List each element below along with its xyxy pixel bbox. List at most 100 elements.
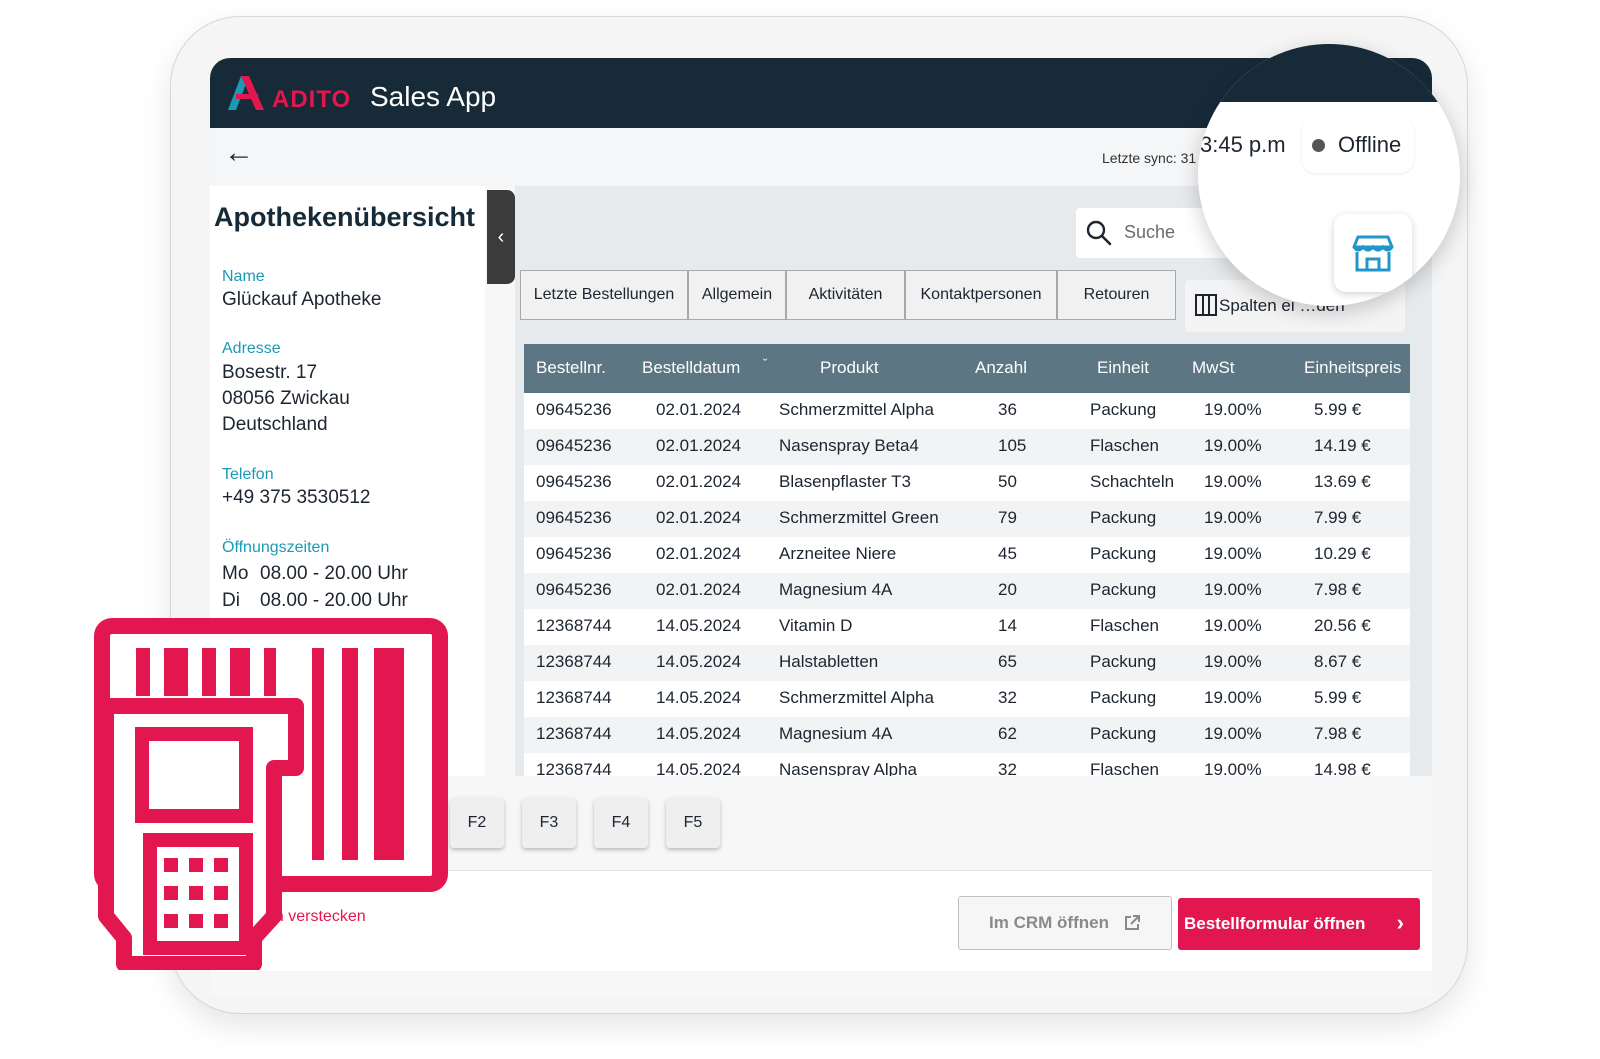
cell-anzahl: 32 xyxy=(998,688,1017,707)
cell-bestelldatum: 14.05.2024 xyxy=(656,760,742,776)
collapse-panel-button[interactable]: ‹ xyxy=(487,190,515,284)
col-mwst[interactable]: MwSt xyxy=(1192,358,1235,378)
cell-bestelldatum: 14.05.2024 xyxy=(656,688,742,707)
table-row[interactable]: 09645236 02.01.2024 Schmerzmittel Green 79 P… xyxy=(524,501,1410,537)
cell-einheit: Packung xyxy=(1090,544,1157,563)
status-magnifier: 3:45 p.m Offline xyxy=(1198,44,1460,306)
cell-einheit: Packung xyxy=(1090,508,1157,527)
cell-mwst: 19.00% xyxy=(1204,400,1262,419)
table-row[interactable]: 09645236 02.01.2024 Magnesium 4A 20 Packung 1… xyxy=(524,573,1410,609)
cell-produkt: Magnesium 4A xyxy=(779,580,893,599)
f4-key[interactable]: F4 xyxy=(594,798,648,848)
cell-einheitspreis: 7.98 € xyxy=(1314,724,1362,743)
open-order-form-button[interactable]: Bestellformular öffnen › xyxy=(1178,898,1420,950)
table-row[interactable]: 12368744 14.05.2024 Magnesium 4A 62 Packung 1… xyxy=(524,717,1410,753)
table-row[interactable]: 09645236 02.01.2024 Arzneitee Niere 45 Packu… xyxy=(524,537,1410,573)
cell-einheitspreis: 14.19 € xyxy=(1314,436,1371,455)
cell-bestellnr: 09645236 xyxy=(536,472,612,491)
f2-key[interactable]: F2 xyxy=(450,798,504,848)
table-row[interactable]: 12368744 14.05.2024 Halstabletten 65 Packung… xyxy=(524,645,1410,681)
function-keys: F2 F3 F4 F5 xyxy=(450,798,720,848)
table-row[interactable]: 12368744 14.05.2024 Nasenspray Alpha 32 Flas… xyxy=(524,753,1410,776)
col-anzahl[interactable]: Anzahl xyxy=(975,358,1027,378)
sync-status: Letzte sync: 31 xyxy=(1102,150,1197,166)
col-einheitspreis[interactable]: Einheitspreis xyxy=(1304,358,1401,378)
cell-produkt: Vitamin D xyxy=(779,616,853,635)
cell-mwst: 19.00% xyxy=(1204,436,1262,455)
cell-mwst: 19.00% xyxy=(1204,688,1262,707)
table-row[interactable]: 12368744 14.05.2024 Schmerzmittel Alpha 32 P… xyxy=(524,681,1410,717)
offline-badge: Offline xyxy=(1302,117,1414,173)
hours-label: Öffnungszeiten xyxy=(222,539,330,556)
tab-retouren[interactable]: Retouren xyxy=(1057,270,1176,320)
cell-einheit: Packung xyxy=(1090,688,1157,707)
sort-icon[interactable]: ˇ xyxy=(763,356,767,371)
cell-einheitspreis: 5.99 € xyxy=(1314,688,1362,707)
cell-einheitspreis: 7.99 € xyxy=(1314,508,1362,527)
f5-key[interactable]: F5 xyxy=(666,798,720,848)
table-row[interactable]: 09645236 02.01.2024 Nasenspray Beta4 105 Fla… xyxy=(524,429,1410,465)
phone-number[interactable]: +49 375 3530512 xyxy=(222,485,370,511)
cell-einheit: Packung xyxy=(1090,400,1157,419)
chevron-left-icon: ‹ xyxy=(497,226,505,248)
back-button[interactable]: ← xyxy=(224,136,254,170)
cell-einheitspreis: 13.69 € xyxy=(1314,472,1371,491)
cell-einheit: Flaschen xyxy=(1090,760,1159,776)
table-row[interactable]: 12368744 14.05.2024 Vitamin D 14 Flaschen 19.… xyxy=(524,609,1410,645)
cell-einheit: Packung xyxy=(1090,724,1157,743)
cell-produkt: Nasenspray Beta4 xyxy=(779,436,919,455)
cell-produkt: Magnesium 4A xyxy=(779,724,893,743)
cell-anzahl: 105 xyxy=(998,436,1027,455)
open-in-crm-label: Im CRM öffnen xyxy=(989,913,1109,932)
cell-mwst: 19.00% xyxy=(1204,616,1262,635)
col-produkt[interactable]: Produkt xyxy=(820,358,879,378)
cell-anzahl: 32 xyxy=(998,760,1017,776)
cell-einheitspreis: 7.98 € xyxy=(1314,580,1362,599)
adito-logo-icon xyxy=(228,76,264,110)
cell-anzahl: 62 xyxy=(998,724,1017,743)
cell-bestellnr: 12368744 xyxy=(536,724,612,743)
tab-kontaktpersonen[interactable]: Kontaktpersonen xyxy=(905,270,1057,320)
phone-label: Telefon xyxy=(222,466,274,483)
col-einheit[interactable]: Einheit xyxy=(1097,358,1149,378)
tab-letzte-bestellungen[interactable]: Letzte Bestellungen xyxy=(520,270,688,320)
tab-allgemein[interactable]: Allgemein xyxy=(688,270,786,320)
offline-label: Offline xyxy=(1338,132,1402,157)
cell-bestellnr: 12368744 xyxy=(536,688,612,707)
current-time: 3:45 p.m xyxy=(1200,132,1286,157)
open-in-crm-button[interactable]: Im CRM öffnen xyxy=(958,896,1172,950)
cell-einheitspreis: 10.29 € xyxy=(1314,544,1371,563)
cell-bestellnr: 09645236 xyxy=(536,544,612,563)
address-country: Deutschland xyxy=(222,414,328,435)
store-button[interactable] xyxy=(1334,214,1412,292)
orders-table: Bestellnr. Bestelldatum ˇ Produkt Anzahl… xyxy=(524,344,1410,776)
cell-bestelldatum: 02.01.2024 xyxy=(656,508,742,527)
col-bestelldatum[interactable]: Bestelldatum xyxy=(642,358,740,378)
cell-einheitspreis: 8.67 € xyxy=(1314,652,1362,671)
cell-bestelldatum: 14.05.2024 xyxy=(656,652,742,671)
cell-anzahl: 65 xyxy=(998,652,1017,671)
table-row[interactable]: 09645236 02.01.2024 Schmerzmittel Alpha 36 P… xyxy=(524,393,1410,429)
cell-einheit: Schachteln xyxy=(1090,472,1175,491)
cell-produkt: Schmerzmittel Green xyxy=(779,508,939,527)
address-label: Adresse xyxy=(222,340,281,357)
table-row[interactable]: 09645236 02.01.2024 Blasenpflaster T3 50 Sch… xyxy=(524,465,1410,501)
tab-aktivitaeten[interactable]: Aktivitäten xyxy=(786,270,905,320)
address-street: Bosestr. 17 xyxy=(222,362,318,383)
pharmacy-name: Glückauf Apotheke xyxy=(222,289,382,310)
cell-produkt: Arzneitee Niere xyxy=(779,544,897,563)
brand-name: ADITO xyxy=(272,86,352,113)
col-bestellnr[interactable]: Bestellnr. xyxy=(536,358,606,378)
cell-bestellnr: 09645236 xyxy=(536,400,612,419)
cell-produkt: Schmerzmittel Alpha xyxy=(779,400,934,419)
address-city: 08056 Zwickau xyxy=(222,388,350,409)
f3-key[interactable]: F3 xyxy=(522,798,576,848)
cell-bestelldatum: 02.01.2024 xyxy=(656,400,742,419)
cell-anzahl: 14 xyxy=(998,616,1017,635)
magnified-search-field xyxy=(1198,216,1296,290)
cell-bestelldatum: 02.01.2024 xyxy=(656,544,742,563)
table-header: Bestellnr. Bestelldatum ˇ Produkt Anzahl… xyxy=(524,344,1410,393)
cell-bestellnr: 09645236 xyxy=(536,436,612,455)
cell-einheitspreis: 14.98 € xyxy=(1314,760,1371,776)
cell-bestelldatum: 14.05.2024 xyxy=(656,616,742,635)
